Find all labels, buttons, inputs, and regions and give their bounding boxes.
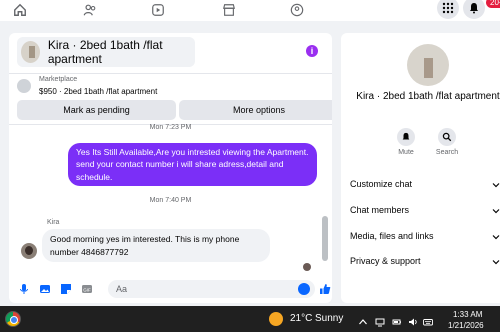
section-label: Media, files and links — [350, 231, 434, 241]
seen-avatar — [303, 263, 311, 271]
emoji-icon[interactable] — [298, 283, 310, 295]
scrollbar[interactable] — [322, 216, 328, 261]
clock-time[interactable]: 1:33 AM — [453, 310, 482, 319]
section-media-files-links[interactable]: Media, files and links — [350, 231, 500, 241]
marketplace-label: Marketplace — [39, 76, 78, 83]
chat-panel: Kira · 2bed 1bath /flat apartment i Mark… — [9, 33, 332, 303]
sun-icon[interactable] — [269, 312, 283, 326]
conversation-info-panel: Kira · 2bed 1bath /flat apartment Mute S… — [341, 33, 500, 303]
avatar[interactable] — [21, 243, 37, 259]
section-privacy-support[interactable]: Privacy & support — [350, 256, 500, 266]
weather-temperature[interactable]: 21°C — [290, 313, 312, 324]
incoming-message: Good morning yes im interested. This is … — [42, 229, 270, 262]
mark-pending-button[interactable]: Mark as pending — [17, 100, 176, 120]
top-navigation-bar: 20+ — [0, 0, 500, 21]
message-input[interactable] — [108, 280, 315, 298]
notifications-icon[interactable] — [463, 0, 485, 19]
listing-summary[interactable]: $950 · 2bed 1bath /flat apartment — [39, 87, 157, 96]
photo-icon[interactable] — [38, 282, 52, 296]
section-customize-chat[interactable]: Customize chat — [350, 179, 500, 189]
chrome-icon[interactable] — [5, 311, 21, 327]
section-label: Chat members — [350, 205, 410, 215]
speaker-icon[interactable] — [408, 314, 418, 326]
chevron-down-icon — [492, 209, 500, 214]
home-icon[interactable] — [10, 0, 30, 20]
more-options-button[interactable]: More options — [179, 100, 332, 120]
video-icon[interactable] — [148, 0, 168, 20]
conversation-info-icon[interactable]: i — [306, 45, 318, 57]
search-icon — [438, 128, 456, 146]
timestamp: Mon 7:23 PM — [149, 124, 192, 131]
section-label: Customize chat — [350, 179, 413, 189]
chevron-down-icon — [492, 183, 500, 188]
sender-name: Kira — [47, 219, 60, 226]
chevron-down-icon — [492, 260, 500, 265]
marketplace-icon[interactable] — [219, 0, 239, 20]
outgoing-message-text: Yes Its Still Available,Are you intreste… — [76, 146, 309, 182]
chevron-up-icon[interactable] — [358, 314, 368, 325]
search-label: Search — [435, 149, 459, 156]
groups-icon[interactable] — [287, 0, 307, 20]
bell-icon — [397, 128, 415, 146]
clock-date[interactable]: 1/21/2026 — [448, 321, 484, 330]
sticker-icon[interactable] — [59, 282, 73, 296]
battery-icon[interactable] — [392, 314, 402, 325]
gif-icon[interactable]: GIF — [80, 282, 94, 296]
incoming-message-text: Good morning yes im interested. This is … — [50, 234, 240, 257]
section-chat-members[interactable]: Chat members — [350, 205, 500, 215]
mute-button[interactable]: Mute — [386, 128, 426, 156]
search-button[interactable]: Search — [427, 128, 467, 156]
menu-grid-icon[interactable] — [437, 0, 459, 19]
microphone-icon[interactable] — [17, 282, 31, 296]
weather-condition[interactable]: Sunny — [315, 313, 343, 324]
outgoing-message: Yes Its Still Available,Are you intreste… — [68, 143, 317, 186]
svg-text:GIF: GIF — [83, 287, 91, 292]
mute-label: Mute — [398, 149, 414, 156]
chat-title: Kira · 2bed 1bath /flat apartment — [47, 38, 163, 66]
friends-icon[interactable] — [80, 0, 100, 20]
panel-title: Kira · 2bed 1bath /flat apartment — [356, 91, 500, 102]
listing-thumbnail — [21, 41, 40, 63]
header-divider — [9, 73, 332, 74]
timestamp: Mon 7:40 PM — [149, 197, 192, 204]
keyboard-icon[interactable] — [423, 314, 433, 326]
section-label: Privacy & support — [350, 256, 421, 266]
taskbar: 21°C Sunny 1:33 AM 1/21/2026 — [0, 306, 500, 332]
notification-count-badge: 20+ — [486, 0, 500, 8]
chevron-down-icon — [492, 235, 500, 240]
chat-header[interactable]: Kira · 2bed 1bath /flat apartment — [17, 37, 195, 67]
thumbs-up-icon[interactable] — [318, 282, 332, 296]
marketplace-thumbnail — [17, 79, 31, 93]
network-icon[interactable] — [375, 314, 385, 327]
listing-avatar[interactable] — [407, 44, 449, 86]
